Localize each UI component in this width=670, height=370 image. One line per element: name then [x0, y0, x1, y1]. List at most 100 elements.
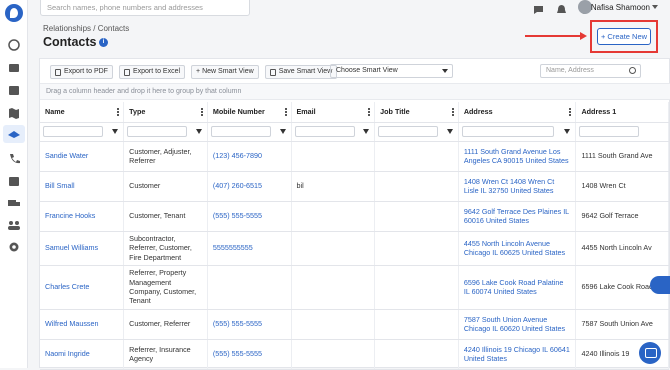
column-header-address-1[interactable]: Address 1: [575, 102, 669, 123]
contact-type: Customer, Adjuster, Referrer: [123, 141, 208, 172]
filter-input[interactable]: [294, 126, 355, 137]
export-pdf-button[interactable]: Export to PDF: [50, 65, 113, 79]
briefcase-icon[interactable]: [7, 61, 21, 73]
calendar-icon[interactable]: [7, 84, 21, 96]
column-header-address[interactable]: Address: [458, 102, 577, 123]
column-header-email[interactable]: Email: [291, 102, 376, 123]
column-menu-icon[interactable]: [368, 108, 371, 116]
annotation-arrow-head: [580, 32, 587, 40]
mobile-number-link[interactable]: (555) 555-5555: [207, 339, 292, 370]
name-address-search-input[interactable]: Name, Address: [540, 64, 641, 78]
mobile-number-link[interactable]: (407) 260-6515: [207, 171, 292, 202]
mobile-number-link[interactable]: (123) 456-7890: [207, 141, 292, 172]
filter-input[interactable]: [210, 126, 271, 137]
mobile-number-link[interactable]: 5555555555: [207, 231, 292, 266]
address-link[interactable]: 4455 North Lincoln Avenue Chicago IL 606…: [458, 231, 577, 266]
column-header-type[interactable]: Type: [123, 102, 208, 123]
table-row[interactable]: Naomi Ingride Referrer, Insurance Agency…: [40, 339, 669, 370]
table-row[interactable]: Sandie Water Customer, Adjuster, Referre…: [40, 141, 669, 172]
create-new-button[interactable]: + Create New: [597, 28, 651, 45]
address-1-cell: 4455 North Lincoln Av: [575, 231, 669, 266]
export-excel-label: Export to Excel: [132, 68, 181, 75]
dashboard-icon[interactable]: [7, 39, 21, 51]
contact-name-link[interactable]: Francine Hooks: [40, 201, 125, 232]
filter-cell: [575, 122, 669, 142]
chat-fab-icon[interactable]: [639, 342, 661, 364]
bell-icon[interactable]: [556, 2, 567, 13]
column-label: Job Title: [380, 107, 410, 117]
filter-input[interactable]: [43, 126, 103, 137]
filter-input[interactable]: [378, 126, 439, 137]
table-row[interactable]: Francine Hooks Customer, Tenant (555) 55…: [40, 201, 669, 232]
contact-name-link[interactable]: Samuel Williams: [40, 231, 125, 266]
column-header-job-title[interactable]: Job Title: [374, 102, 459, 123]
truck-icon[interactable]: [7, 197, 21, 209]
email-cell: [291, 265, 376, 310]
chat-icon[interactable]: [533, 2, 544, 14]
job-title-cell: [374, 171, 459, 202]
column-menu-icon[interactable]: [117, 108, 120, 116]
smart-view-select[interactable]: Choose Smart View: [330, 64, 453, 78]
column-header-name[interactable]: Name: [40, 102, 125, 123]
column-menu-icon[interactable]: [200, 108, 203, 116]
user-name[interactable]: Nafisa Shamoon: [591, 3, 650, 12]
mobile-number-link[interactable]: (555) 555-5555: [207, 201, 292, 232]
address-link[interactable]: 6596 Lake Cook Road Palatine IL 60074 Un…: [458, 265, 577, 310]
table-row[interactable]: Wilfred Maussen Customer, Referrer (555)…: [40, 309, 669, 340]
column-menu-icon[interactable]: [451, 108, 454, 116]
filter-icon[interactable]: [112, 128, 119, 134]
email-cell: [291, 201, 376, 232]
filter-input[interactable]: [127, 126, 188, 137]
address-link[interactable]: 1408 Wren Ct 1408 Wren Ct Lisle IL 32750…: [458, 171, 577, 202]
address-link[interactable]: 7587 South Union Avenue Chicago IL 60620…: [458, 309, 577, 340]
filter-icon[interactable]: [564, 128, 571, 134]
email-cell: [291, 339, 376, 370]
contact-name-link[interactable]: Wilfred Maussen: [40, 309, 125, 340]
team-icon[interactable]: [7, 219, 21, 231]
column-label: Type: [129, 107, 146, 117]
filter-input[interactable]: [579, 126, 640, 137]
address-link[interactable]: 4240 Illinois 19 Chicago IL 60641 United…: [458, 339, 577, 370]
export-excel-button[interactable]: Export to Excel: [118, 65, 186, 79]
table-row[interactable]: Samuel Williams Subcontractor, Referrer,…: [40, 231, 669, 266]
filter-icon[interactable]: [195, 128, 202, 134]
mobile-number-link[interactable]: (555) 555-5555: [207, 309, 292, 340]
column-menu-icon[interactable]: [284, 108, 287, 116]
save-smart-view-button[interactable]: Save Smart View: [264, 65, 338, 79]
filter-icon[interactable]: [279, 128, 286, 134]
address-link[interactable]: 9642 Golf Terrace Des Plaines IL 60016 U…: [458, 201, 577, 232]
contact-name-link[interactable]: Sandie Water: [40, 141, 125, 172]
mobile-number-link[interactable]: [207, 265, 292, 310]
contacts-icon[interactable]: [3, 125, 25, 143]
settings-icon[interactable]: [7, 241, 21, 253]
page-title: Contacts: [43, 35, 97, 49]
phone-fab-icon[interactable]: [650, 276, 670, 294]
table-row[interactable]: Bill Small Customer (407) 260-6515 bil 1…: [40, 171, 669, 202]
filter-cell: [458, 122, 577, 142]
address-link[interactable]: 1111 South Grand Avenue Los Angeles CA 9…: [458, 141, 577, 172]
contact-name-link[interactable]: Naomi Ingride: [40, 339, 125, 370]
group-by-drop-zone[interactable]: Drag a column header and drop it here to…: [40, 83, 670, 100]
table-row[interactable]: Charles Crete Referrer, Property Managem…: [40, 265, 669, 310]
save-smart-view-label: Save Smart View: [278, 68, 333, 75]
filter-input[interactable]: [461, 126, 554, 137]
address-1-cell: 9642 Golf Terrace: [575, 201, 669, 232]
search-icon[interactable]: [629, 67, 636, 74]
new-smart-view-button[interactable]: + New Smart View: [191, 65, 259, 79]
info-icon[interactable]: i: [99, 38, 108, 47]
filter-icon[interactable]: [446, 128, 453, 134]
map-icon[interactable]: [7, 107, 21, 119]
contact-name-link[interactable]: Bill Small: [40, 171, 125, 202]
phone-icon[interactable]: [7, 152, 21, 164]
filter-icon[interactable]: [363, 128, 370, 134]
column-menu-icon[interactable]: [569, 108, 572, 116]
contact-name-link[interactable]: Charles Crete: [40, 265, 125, 310]
job-title-cell: [374, 231, 459, 266]
global-search-input[interactable]: Search names, phone numbers and addresse…: [40, 0, 250, 16]
chevron-down-icon[interactable]: [652, 5, 658, 9]
column-header-mobile[interactable]: Mobile Number: [207, 102, 292, 123]
contacts-table: Name Type Mobile Number Email Job Title …: [40, 102, 669, 370]
app-logo[interactable]: [5, 4, 23, 22]
inbox-icon[interactable]: [7, 175, 21, 187]
address-1-cell: 1408 Wren Ct: [575, 171, 669, 202]
